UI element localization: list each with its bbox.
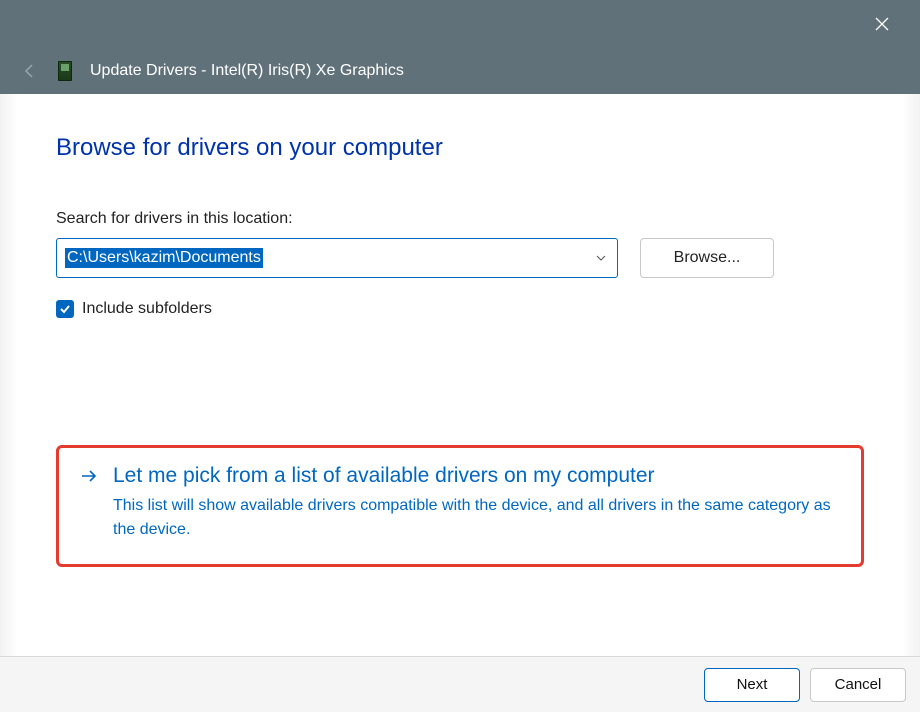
include-subfolders-row: Include subfolders [56,300,864,318]
close-icon[interactable] [862,4,902,44]
option-header: Let me pick from a list of available dri… [79,464,841,488]
include-subfolders-label: Include subfolders [82,300,212,318]
back-arrow-icon [20,61,40,81]
window-titlebar [0,0,920,48]
arrow-right-icon [79,466,99,486]
location-path-value: C:\Users\kazim\Documents [65,248,263,268]
wizard-content: Browse for drivers on your computer Sear… [0,94,920,318]
next-button[interactable]: Next [704,668,800,702]
pick-option-title: Let me pick from a list of available dri… [113,464,655,488]
browse-button[interactable]: Browse... [640,238,774,278]
chevron-down-icon[interactable] [595,252,607,264]
wizard-header: Update Drivers - Intel(R) Iris(R) Xe Gra… [0,48,920,94]
page-title: Browse for drivers on your computer [56,134,864,162]
location-combobox[interactable]: C:\Users\kazim\Documents [56,238,618,278]
wizard-footer: Next Cancel [0,656,920,712]
search-row: C:\Users\kazim\Documents Browse... [56,238,864,278]
pick-option-description: This list will show available drivers co… [113,494,833,542]
include-subfolders-checkbox[interactable] [56,300,74,318]
cancel-button[interactable]: Cancel [810,668,906,702]
search-location-label: Search for drivers in this location: [56,210,864,228]
wizard-title: Update Drivers - Intel(R) Iris(R) Xe Gra… [90,62,404,80]
pick-from-list-option[interactable]: Let me pick from a list of available dri… [56,445,864,567]
monitor-device-icon [58,61,72,81]
